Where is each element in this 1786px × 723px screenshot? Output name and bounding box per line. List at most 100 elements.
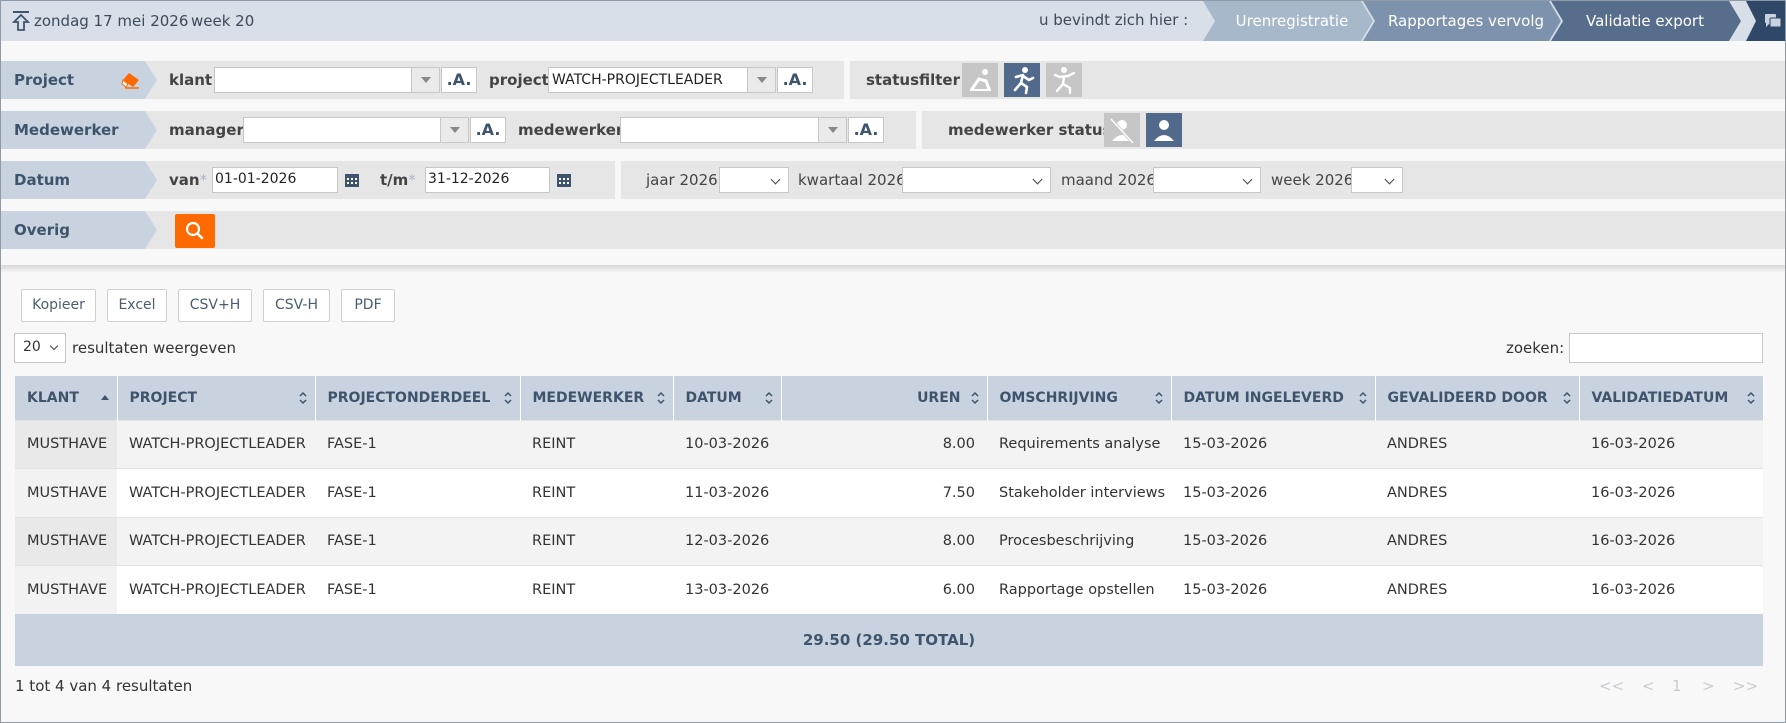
table-row[interactable]: MUSTHAVE WATCH-PROJECTLEADER FASE-1 REINT 10… (15, 419, 1763, 469)
table-cell-klant: MUSTHAVE (15, 565, 117, 614)
column-header-uren[interactable]: UREN (781, 376, 988, 420)
table-cell-medewerker: REINT (520, 516, 673, 566)
csv-h-button[interactable]: CSV-H (263, 289, 330, 322)
column-header-klant[interactable]: KLANT (15, 376, 118, 420)
table-cell-gevalideerd-door: ANDRES (1375, 419, 1579, 469)
table-cell-project: WATCH-PROJECTLEADER (117, 516, 315, 566)
project-label: project (489, 71, 549, 89)
current-week: week 20 (191, 12, 255, 30)
resting-person-icon (970, 69, 991, 91)
column-header-projectonderdeel[interactable]: PROJECTONDERDEEL (315, 376, 521, 420)
column-header-label: GEVALIDEERD DOOR (1387, 389, 1548, 406)
table-row[interactable]: MUSTHAVE WATCH-PROJECTLEADER FASE-1 REINT 12… (15, 516, 1763, 566)
excel-button[interactable]: Excel (107, 289, 167, 322)
sort-icon (298, 391, 307, 405)
column-header-omschrijving[interactable]: OMSCHRIJVING (987, 376, 1172, 420)
table-cell-klant: MUSTHAVE (15, 468, 117, 517)
manager-all-button[interactable]: .A. (470, 117, 506, 143)
table-cell-gevalideerd-door: ANDRES (1375, 468, 1579, 517)
table-row[interactable]: MUSTHAVE WATCH-PROJECTLEADER FASE-1 REINT 13… (15, 565, 1763, 614)
pager-previous[interactable]: < (1642, 677, 1655, 695)
column-header-datum[interactable]: DATUM (673, 376, 782, 420)
divider (916, 111, 922, 149)
medewerker-combobox[interactable] (620, 117, 847, 143)
status-resting-button[interactable] (962, 63, 998, 97)
jaar-select[interactable] (719, 167, 789, 193)
filter-head-datum: Datum (1, 161, 157, 199)
page-length-label: resultaten weergeven (72, 339, 237, 357)
klant-combobox[interactable] (214, 67, 440, 93)
chevron-down-icon[interactable] (747, 68, 775, 92)
breadcrumb-urenregistratie[interactable]: Urenregistratie (1203, 1, 1373, 41)
calendar-icon[interactable] (344, 172, 360, 188)
maand-select[interactable] (1153, 167, 1261, 193)
required-star: * (199, 171, 208, 189)
pdf-button[interactable]: PDF (341, 289, 395, 322)
running-person-icon (1013, 67, 1035, 95)
pager-first[interactable]: << (1599, 677, 1624, 695)
page-length-select[interactable]: 20 (14, 333, 66, 363)
chat-button[interactable] (1746, 1, 1785, 41)
table-cell-project: WATCH-PROJECTLEADER (117, 468, 315, 517)
column-header-medewerker[interactable]: MEDEWERKER (520, 376, 674, 420)
jumping-person-icon (1053, 67, 1076, 95)
home-up-icon[interactable] (11, 10, 31, 32)
chevron-down-icon[interactable] (440, 118, 468, 142)
table-cell-gevalideerd-door: ANDRES (1375, 516, 1579, 566)
manager-label: manager (169, 121, 244, 139)
table-cell-omschrijving: Stakeholder interviews (987, 468, 1171, 517)
pager-next[interactable]: > (1702, 677, 1715, 695)
table-cell-datum: 10-03-2026 (673, 419, 781, 469)
pager-page-1[interactable]: 1 (1672, 677, 1682, 695)
table-cell-projectonderdeel: FASE-1 (315, 468, 520, 517)
sort-icon (764, 391, 773, 405)
status-running-button[interactable] (1004, 63, 1040, 97)
panel-shadow (1, 265, 1785, 273)
kwartaal-select[interactable] (902, 167, 1051, 193)
table-cell-uren: 8.00 (781, 516, 987, 566)
filter-head-overig: Overig (1, 211, 157, 249)
status-jumping-button[interactable] (1046, 63, 1082, 97)
eraser-icon[interactable] (121, 71, 141, 89)
pager-last[interactable]: >> (1733, 677, 1758, 695)
van-date-input[interactable]: 01-01-2026 (212, 167, 338, 193)
results-table: KLANT PROJECT PROJECTONDERDEEL MEDEWERKER DA… (15, 376, 1764, 666)
table-cell-projectonderdeel: FASE-1 (315, 516, 520, 566)
sort-icon (656, 391, 665, 405)
tm-date-input[interactable]: 31-12-2026 (425, 167, 550, 193)
table-cell-project: WATCH-PROJECTLEADER (117, 565, 315, 614)
table-cell-projectonderdeel: FASE-1 (315, 419, 520, 469)
week-select[interactable] (1351, 167, 1403, 193)
medewerker-all-button[interactable]: .A. (848, 117, 884, 143)
search-button[interactable] (175, 214, 215, 248)
breadcrumb-rapportages-vervolg[interactable]: Rapportages vervolg (1363, 1, 1561, 41)
breadcrumb-validatie-export[interactable]: Validatie export (1551, 1, 1741, 41)
project-combobox[interactable]: WATCH-PROJECTLEADER (548, 67, 776, 93)
table-cell-omschrijving: Rapportage opstellen (987, 565, 1171, 614)
calendar-icon[interactable] (556, 172, 572, 188)
medewerker-active-button[interactable] (1146, 113, 1182, 147)
table-cell-gevalideerd-door: ANDRES (1375, 565, 1579, 614)
sort-icon (1154, 391, 1163, 405)
breadcrumb-label: u bevindt zich hier : (1039, 11, 1189, 29)
csv-h-plus-button[interactable]: CSV+H (178, 289, 252, 322)
project-all-button[interactable]: .A. (777, 67, 813, 93)
chevron-down-icon[interactable] (818, 118, 846, 142)
column-header-validatiedatum[interactable]: VALIDATIEDATUM (1579, 376, 1764, 420)
divider (615, 161, 621, 199)
column-header-gevalideerd-door[interactable]: GEVALIDEERD DOOR (1375, 376, 1580, 420)
search-input[interactable] (1569, 333, 1763, 363)
chevron-down-icon[interactable] (411, 68, 439, 92)
klant-all-button[interactable]: .A. (441, 67, 477, 93)
table-row[interactable]: MUSTHAVE WATCH-PROJECTLEADER FASE-1 REINT 11… (15, 468, 1763, 517)
klant-label: klant (169, 71, 213, 89)
required-star: * (408, 171, 416, 189)
kopieer-button[interactable]: Kopieer (21, 289, 96, 322)
manager-combobox[interactable] (243, 117, 469, 143)
table-cell-validatiedatum: 16-03-2026 (1579, 516, 1763, 566)
column-header-datum-ingeleverd[interactable]: DATUM INGELEVERD (1171, 376, 1376, 420)
filter-head-label: Overig (14, 221, 70, 239)
table-cell-datum: 12-03-2026 (673, 516, 781, 566)
medewerker-inactive-button[interactable] (1104, 113, 1140, 147)
column-header-project[interactable]: PROJECT (117, 376, 316, 420)
